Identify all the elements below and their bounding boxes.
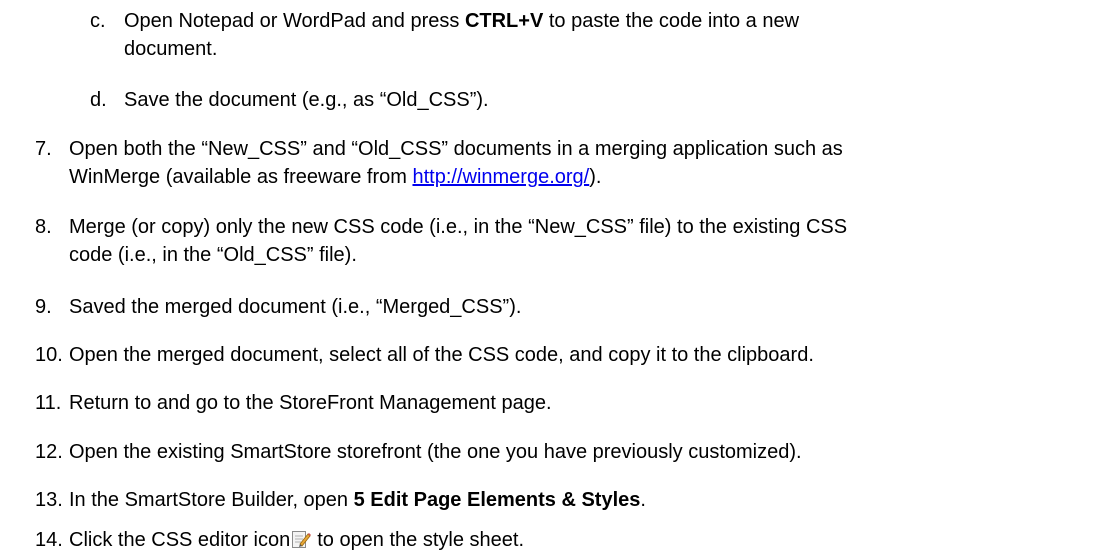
step-11: 11. Return to and go to the StoreFront Ma…: [35, 389, 552, 417]
step-number: 12.: [35, 441, 63, 463]
step-text-line1: Merge (or copy) only the new CSS code (i…: [69, 216, 848, 238]
step-13: 13. In the SmartStore Builder, open 5 Edi…: [35, 486, 646, 514]
step-text: Open the merged document, select all of …: [69, 344, 814, 366]
step-text: In the SmartStore Builder, open 5 Edit P…: [69, 486, 646, 514]
step-text-before: Click the CSS editor icon: [69, 529, 291, 551]
menu-item-name: 5 Edit Page Elements & Styles: [353, 489, 641, 511]
step-d: d. Save the document (e.g., as “Old_CSS”)…: [90, 86, 489, 114]
step-8: 8. Merge (or copy) only the new CSS code …: [35, 213, 847, 269]
step-text-after: .: [640, 489, 646, 511]
step-text-line1: Open both the “New_CSS” and “Old_CSS” do…: [69, 138, 843, 160]
step-text-after: ).: [589, 166, 602, 188]
step-text: Open the existing SmartStore storefront …: [69, 441, 802, 463]
css-editor-icon: [291, 528, 312, 550]
step-9: 9. Saved the merged document (i.e., “Merg…: [35, 293, 521, 321]
step-text: Open Notepad or WordPad and press CTRL+V…: [124, 7, 799, 63]
step-text: Return to and go to the StoreFront Manag…: [69, 392, 552, 414]
step-text: Save the document (e.g., as “Old_CSS”).: [124, 89, 489, 111]
step-number: 10.: [35, 344, 63, 366]
step-text: Open both the “New_CSS” and “Old_CSS” do…: [69, 135, 843, 191]
step-text-before: Open Notepad or WordPad and press: [124, 10, 465, 32]
step-number: c.: [90, 10, 106, 32]
step-text-before: WinMerge (available as freeware from: [69, 166, 413, 188]
winmerge-link[interactable]: http://winmerge.org/: [412, 166, 589, 188]
step-14: 14. Click the CSS editor icon to open the…: [35, 526, 524, 554]
step-text-after: to open the style sheet.: [317, 529, 525, 551]
step-10: 10. Open the merged document, select all …: [35, 341, 814, 369]
step-number: 9.: [35, 296, 52, 318]
step-number: 8.: [35, 216, 52, 238]
step-text: Click the CSS editor icon to open the st…: [69, 526, 524, 554]
step-12: 12. Open the existing SmartStore storefro…: [35, 438, 802, 466]
step-text-line2: code (i.e., in the “Old_CSS” file).: [69, 244, 357, 266]
step-text: Saved the merged document (i.e., “Merged…: [69, 296, 522, 318]
step-number: d.: [90, 89, 107, 111]
step-c: c. Open Notepad or WordPad and press CTRL…: [90, 7, 799, 63]
keyboard-shortcut: CTRL+V: [464, 10, 544, 32]
step-number: 14.: [35, 529, 63, 551]
step-text-after: to paste the code into a new: [543, 10, 800, 32]
step-7: 7. Open both the “New_CSS” and “Old_CSS” …: [35, 135, 843, 191]
step-text-before: In the SmartStore Builder, open: [69, 489, 354, 511]
step-number: 13.: [35, 489, 63, 511]
step-number: 7.: [35, 138, 52, 160]
step-text-line2: document.: [124, 38, 218, 60]
step-number: 11.: [35, 392, 62, 414]
document-page: c. Open Notepad or WordPad and press CTRL…: [0, 0, 1102, 556]
step-text: Merge (or copy) only the new CSS code (i…: [69, 213, 847, 269]
